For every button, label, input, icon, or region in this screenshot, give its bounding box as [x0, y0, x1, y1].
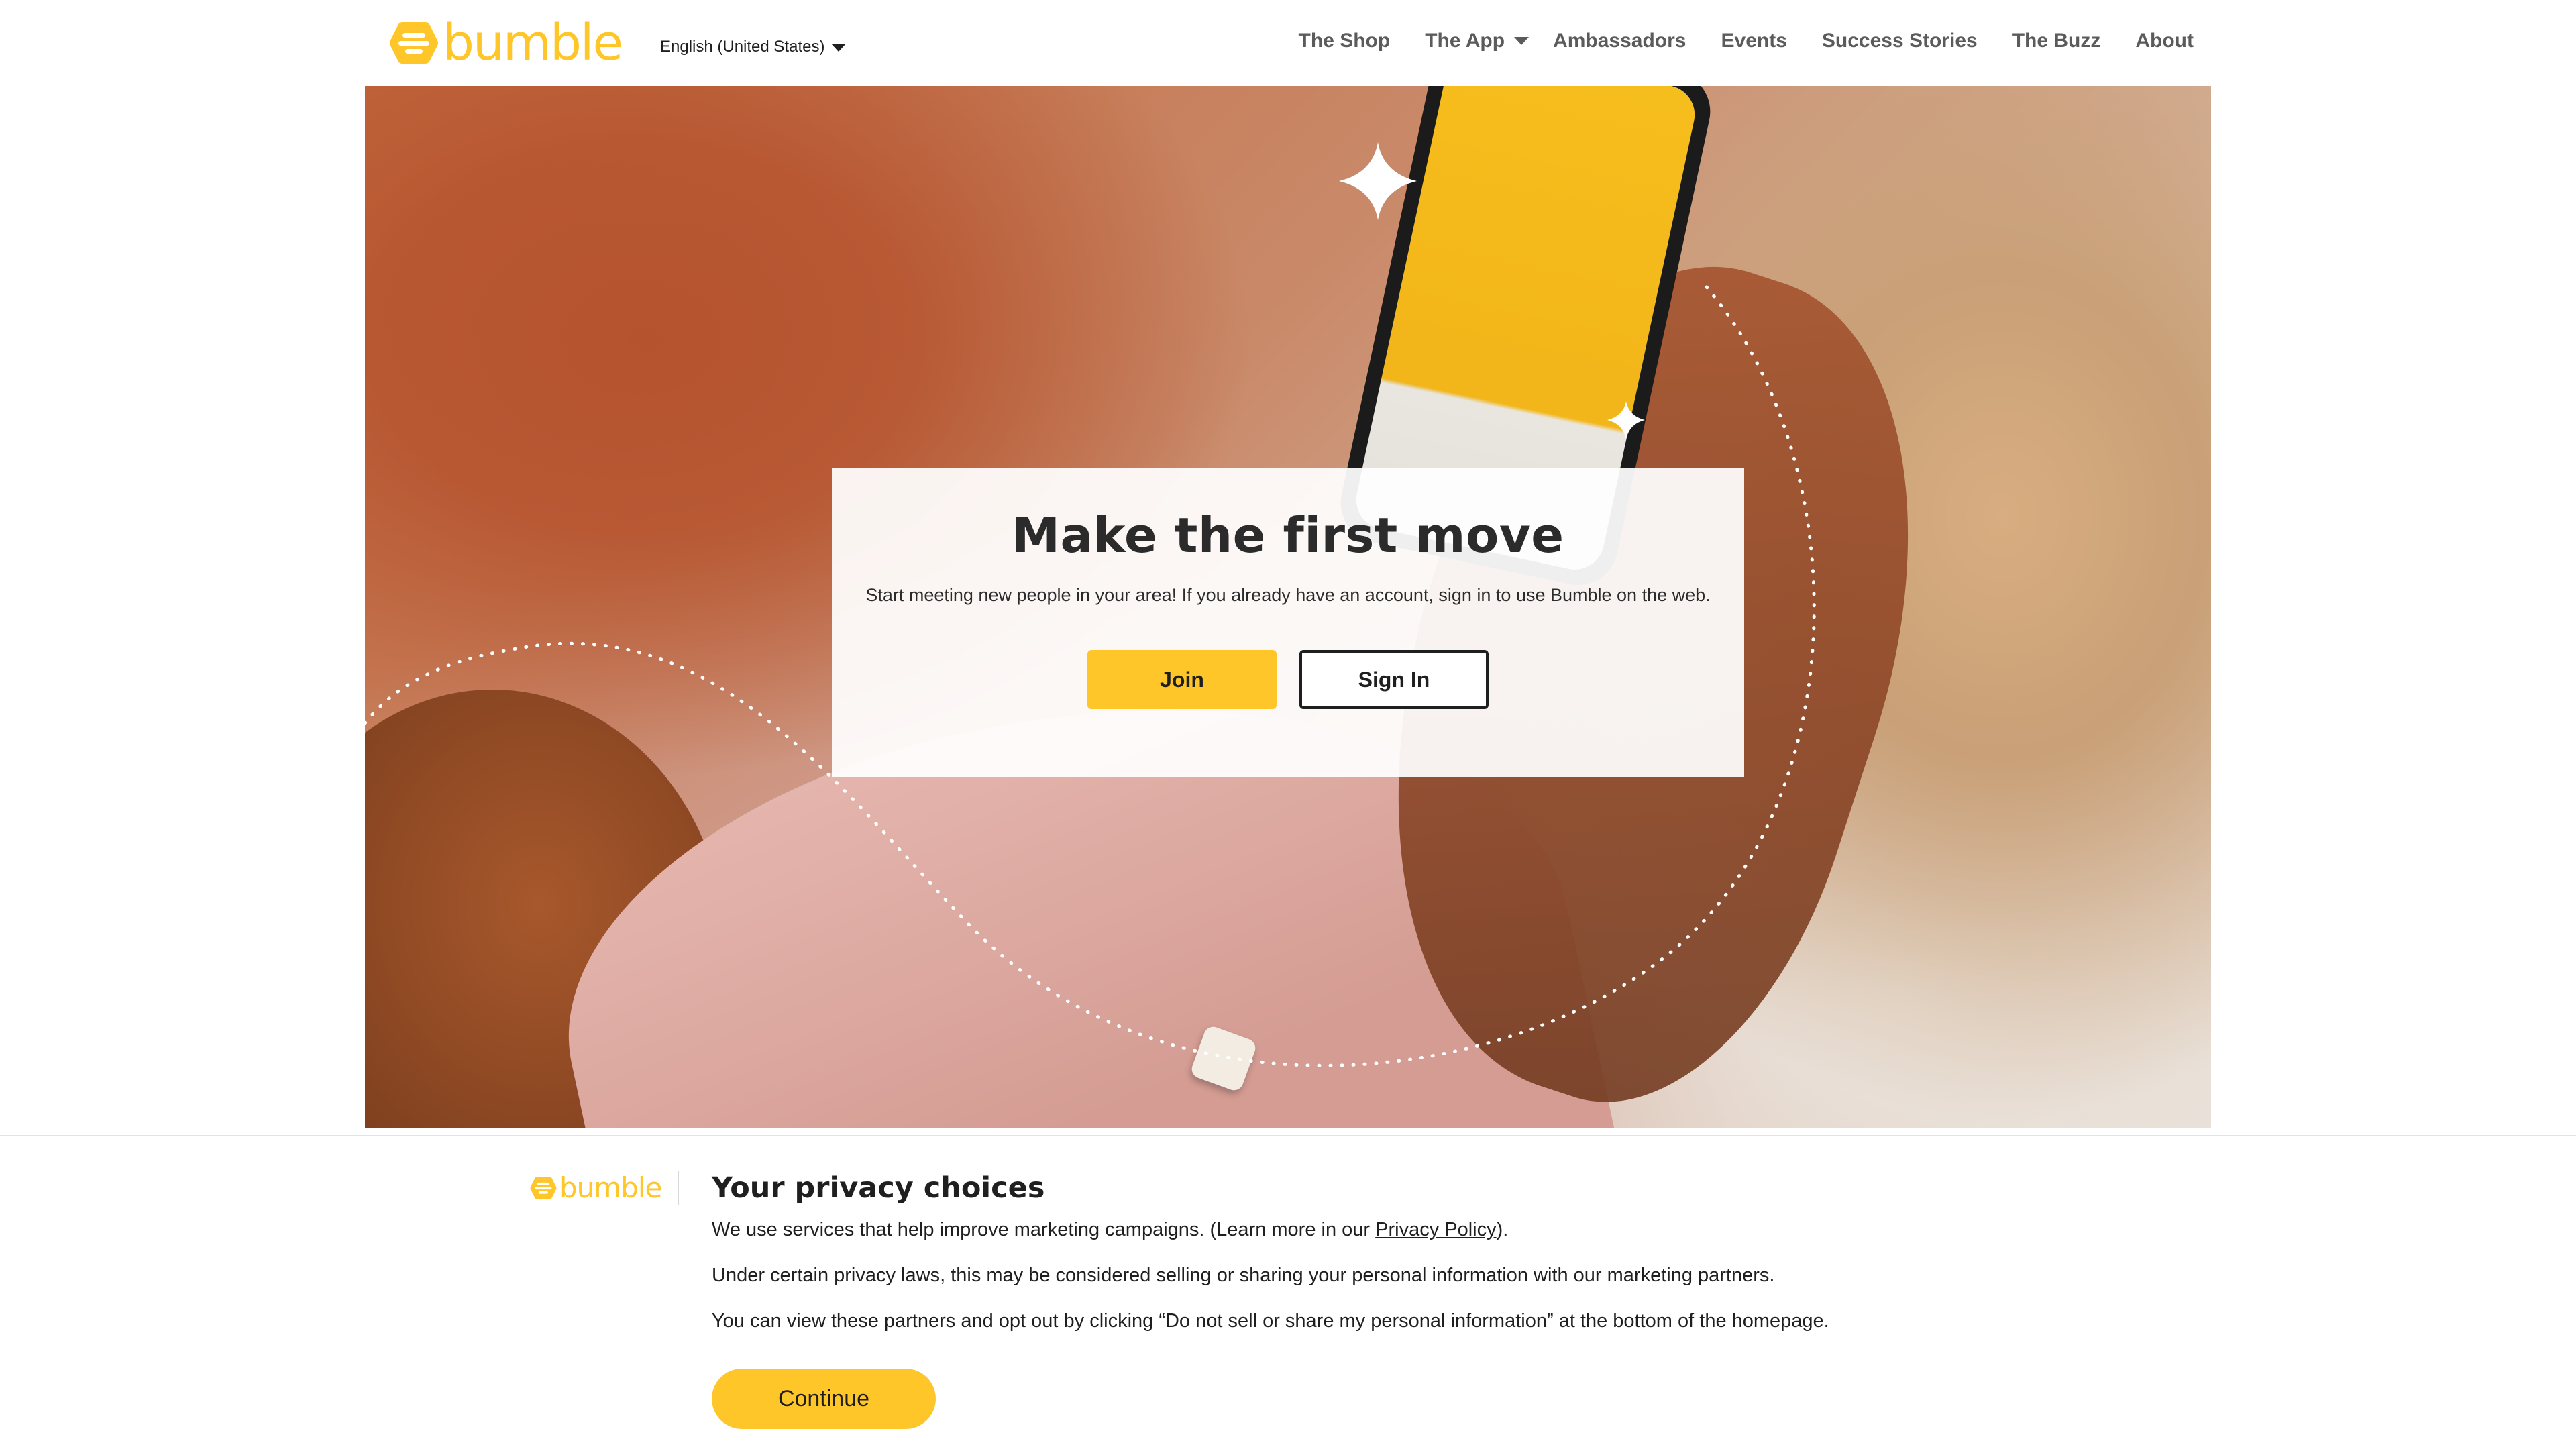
sign-in-button[interactable]: Sign In [1299, 650, 1489, 709]
site-header: bumble English (United States) The Shop … [0, 0, 2576, 86]
nav-the-app[interactable]: The App [1425, 30, 1529, 52]
language-selector[interactable]: English (United States) [660, 38, 847, 56]
nav-label: The Shop [1298, 30, 1391, 52]
bumble-hive-icon [390, 22, 438, 64]
nav-the-shop[interactable]: The Shop [1299, 30, 1391, 52]
bumble-wordmark: bumble [443, 14, 623, 72]
hero-title: Make the first move [1012, 507, 1564, 564]
nav-about[interactable]: About [2135, 30, 2194, 52]
privacy-line-2: Under certain privacy laws, this may be … [712, 1265, 1775, 1286]
privacy-content: Your privacy choices We use services tha… [712, 1171, 2053, 1429]
privacy-bumble-logo: bumble [530, 1171, 680, 1205]
nav-label: Success Stories [1821, 30, 1978, 52]
join-button[interactable]: Join [1087, 650, 1277, 709]
privacy-text: ). [1496, 1219, 1509, 1240]
main-nav: The Shop The App Ambassadors Events Succ… [1264, 30, 2194, 52]
nav-label: The App [1425, 30, 1505, 52]
sparkle-icon [1607, 401, 1645, 440]
nav-label: Ambassadors [1553, 30, 1686, 52]
nav-success-stories[interactable]: Success Stories [1822, 30, 1978, 52]
caret-down-icon [1514, 37, 1529, 45]
language-label: English (United States) [660, 38, 825, 56]
privacy-line-1: We use services that help improve market… [712, 1214, 2053, 1245]
nav-the-buzz[interactable]: The Buzz [2012, 30, 2101, 52]
hero-card: Make the first move Start meeting new pe… [832, 468, 1744, 777]
bumble-logo[interactable]: bumble [389, 14, 623, 72]
nav-label: Events [1721, 30, 1787, 52]
bumble-wordmark: bumble [559, 1171, 662, 1204]
continue-button[interactable]: Continue [712, 1368, 936, 1429]
hero-actions: Join Sign In [832, 650, 1744, 709]
nav-label: About [2135, 30, 2194, 52]
privacy-banner: bumble Your privacy choices We use servi… [0, 1135, 2576, 1449]
bumble-hive-icon [530, 1177, 557, 1199]
privacy-line-3: You can view these partners and opt out … [712, 1310, 1829, 1332]
privacy-title: Your privacy choices [712, 1171, 1045, 1205]
nav-label: The Buzz [2012, 30, 2101, 52]
caret-down-icon [831, 44, 847, 52]
sparkle-icon [1339, 142, 1417, 220]
privacy-policy-link[interactable]: Privacy Policy [1375, 1219, 1497, 1240]
nav-ambassadors[interactable]: Ambassadors [1553, 30, 1686, 52]
nav-events[interactable]: Events [1721, 30, 1787, 52]
hero-description: Start meeting new people in your area! I… [865, 585, 1711, 605]
privacy-text: We use services that help improve market… [712, 1219, 1376, 1240]
